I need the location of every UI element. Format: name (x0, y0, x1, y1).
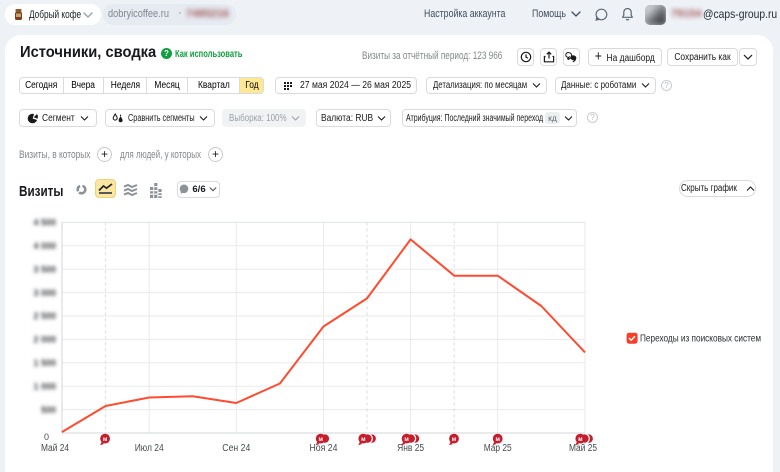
svg-text:м: м (578, 437, 583, 443)
svg-text:м: м (103, 437, 108, 443)
svg-text:м: м (404, 437, 409, 443)
svg-text:м: м (452, 437, 457, 443)
svg-text:м: м (495, 437, 500, 443)
svg-text:м: м (361, 437, 366, 443)
svg-text:м: м (318, 437, 323, 443)
